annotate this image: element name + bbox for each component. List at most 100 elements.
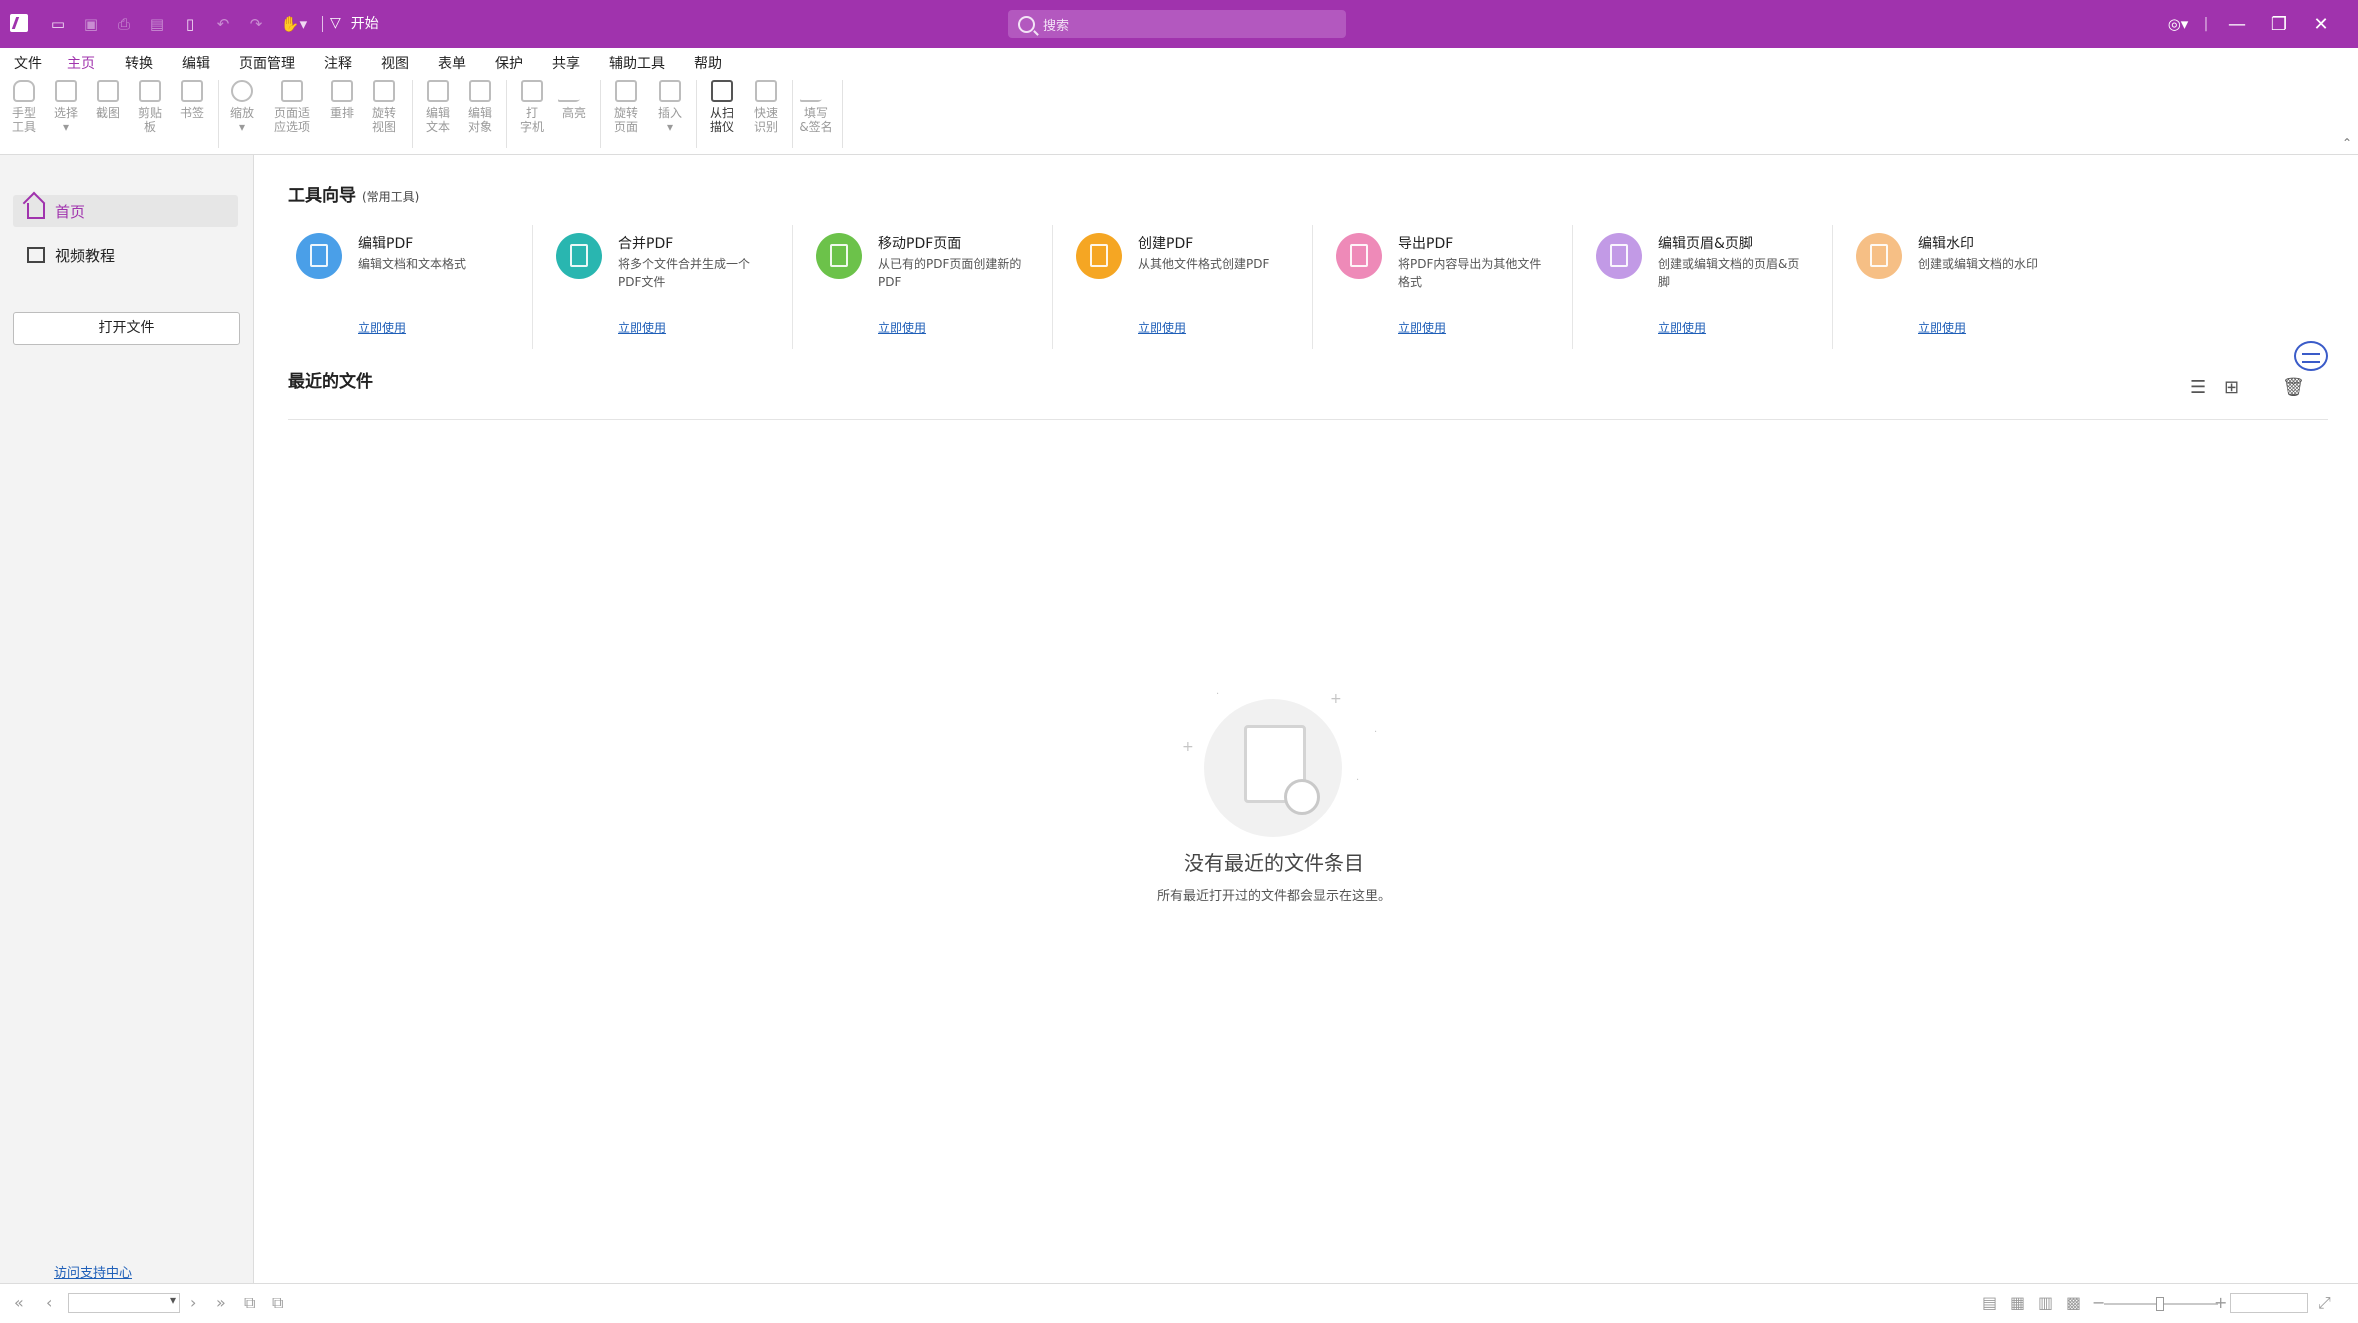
menu-comment[interactable]: 注释 (324, 53, 352, 73)
save-as-icon[interactable]: ▤ (147, 14, 167, 34)
video-icon (27, 247, 45, 263)
start-label: 开始 (350, 16, 379, 32)
use-now-link[interactable]: 立即使用 (1658, 319, 1706, 336)
grid-view-icon[interactable]: ⊞ (2224, 377, 2239, 398)
rotate-view-button[interactable]: 旋转 视图 (364, 80, 404, 134)
tool-card-watermark: 编辑水印 创建或编辑文档的水印 立即使用 (1856, 221, 2116, 347)
ribbon-divider (218, 80, 219, 148)
highlight-icon (556, 80, 592, 102)
menu-file[interactable]: 文件 (14, 53, 42, 73)
left-panel: 首页 视频教程 打开文件 访问支持中心 (0, 155, 254, 1283)
use-now-link[interactable]: 立即使用 (358, 319, 406, 336)
snapshot-button[interactable]: 截图 (88, 80, 128, 120)
menu-bar: 文件 主页 转换 编辑 页面管理 注释 视图 表单 保护 共享 辅助工具 帮助 (0, 48, 2358, 79)
highlight-button[interactable]: 高亮 (554, 80, 594, 120)
hand-tool-dropdown-icon[interactable]: ✋▾ (279, 14, 309, 34)
menu-view[interactable]: 视图 (381, 53, 409, 73)
list-view-icon[interactable]: ☰ (2190, 377, 2206, 398)
snapshot-icon (97, 80, 119, 102)
continuous-facing-icon[interactable]: ▩ (2066, 1293, 2081, 1312)
fullscreen-icon[interactable]: ⤢ (2318, 1293, 2331, 1313)
select-button[interactable]: 选择 ▾ (46, 80, 86, 134)
facing-page-icon[interactable]: ▥ (2038, 1293, 2053, 1312)
clock-icon (1284, 779, 1320, 815)
menu-protect[interactable]: 保护 (495, 53, 523, 73)
next-view-icon[interactable]: ⧉ (272, 1293, 283, 1313)
continuous-page-icon[interactable]: ▦ (2010, 1293, 2025, 1312)
empty-state-subtitle: 所有最近打开过的文件都会显示在这里。 (1156, 889, 1391, 904)
rotate-page-button[interactable]: 旋转 页面 (606, 80, 646, 134)
fit-page-button[interactable]: 页面适 应选项 (268, 80, 316, 134)
open-folder-icon[interactable]: ▭ (48, 14, 68, 34)
create-pdf-icon (1076, 233, 1122, 279)
ocr-button[interactable]: 快速 识别 (746, 80, 786, 134)
trash-icon[interactable]: 🗑 (2282, 377, 2305, 398)
bookmark-button[interactable]: 书签 (172, 80, 212, 120)
edit-text-button[interactable]: 编辑 文本 (418, 80, 458, 134)
window-controls: ◎▾ | — ❐ ✕ (2160, 10, 2342, 38)
collapse-ribbon-icon[interactable]: ⌃ (2342, 136, 2352, 150)
insert-button[interactable]: 插入 ▾ (650, 80, 690, 134)
page-number-input[interactable] (68, 1293, 180, 1313)
minimize-icon[interactable]: — (2216, 14, 2258, 35)
menu-home[interactable]: 主页 (67, 53, 95, 79)
tool-guide-subtitle: (常用工具) (362, 190, 420, 204)
previous-page-icon[interactable]: ‹ (46, 1293, 52, 1312)
previous-view-icon[interactable]: ⧉ (244, 1293, 255, 1313)
use-now-link[interactable]: 立即使用 (1138, 319, 1186, 336)
open-file-button[interactable]: 打开文件 (13, 312, 240, 345)
support-center-link[interactable]: 访问支持中心 (54, 1262, 132, 1281)
fit-page-icon (281, 80, 303, 102)
use-now-link[interactable]: 立即使用 (1918, 319, 1966, 336)
menu-help[interactable]: 帮助 (694, 53, 722, 73)
zoom-slider-thumb[interactable] (2156, 1297, 2164, 1311)
zoom-level-input[interactable] (2230, 1293, 2308, 1313)
tool-divider (792, 225, 793, 349)
menu-page-management[interactable]: 页面管理 (239, 53, 295, 73)
use-now-link[interactable]: 立即使用 (878, 319, 926, 336)
next-page-icon[interactable]: › (190, 1293, 196, 1312)
print-icon[interactable]: ⎙ (114, 14, 134, 34)
clipboard-button[interactable]: 剪贴板 (130, 80, 170, 134)
zoom-button[interactable]: 缩放 ▾ (222, 80, 262, 134)
scanner-button[interactable]: 从扫 描仪 (702, 80, 742, 134)
zoom-in-icon[interactable]: + (2214, 1293, 2227, 1312)
menu-convert[interactable]: 转换 (125, 53, 153, 73)
use-now-link[interactable]: 立即使用 (618, 319, 666, 336)
reflow-button[interactable]: 重排 (322, 80, 362, 120)
edit-object-button[interactable]: 编辑 对象 (460, 80, 500, 134)
ai-assistant-icon[interactable] (2294, 341, 2328, 371)
sparkle-icon: + (1182, 739, 1194, 755)
tool-card-header-footer: 编辑页眉&页脚 创建或编辑文档的页眉&页脚 立即使用 (1596, 221, 1856, 347)
sidebar-item-video-tutorials[interactable]: 视频教程 (13, 239, 238, 271)
title-bar: ▭ ▣ ⎙ ▤ ▯ ↶ ↷ ✋▾ ▽ 开始 搜索 ◎▾ | — ❐ ✕ (0, 0, 2358, 48)
use-now-link[interactable]: 立即使用 (1398, 319, 1446, 336)
toolbar-divider (322, 16, 323, 32)
last-page-icon[interactable]: » (216, 1293, 226, 1312)
save-icon[interactable]: ▣ (81, 14, 101, 34)
merge-pdf-icon (556, 233, 602, 279)
new-doc-icon[interactable]: ▯ (180, 14, 200, 34)
customize-start[interactable]: ▽ 开始 (330, 13, 379, 33)
undo-icon[interactable]: ↶ (213, 14, 233, 34)
export-pdf-icon (1336, 233, 1382, 279)
restore-icon[interactable]: ❐ (2258, 14, 2300, 35)
sparkle-icon: + (1330, 691, 1342, 707)
single-page-icon[interactable]: ▤ (1982, 1293, 1997, 1312)
menu-form[interactable]: 表单 (438, 53, 466, 73)
account-icon[interactable]: ◎▾ (2160, 15, 2196, 33)
menu-accessibility[interactable]: 辅助工具 (609, 53, 665, 73)
search-box[interactable]: 搜索 (1008, 10, 1346, 38)
fill-sign-button[interactable]: 填写 &签名 (796, 80, 836, 134)
redo-icon[interactable]: ↷ (246, 14, 266, 34)
typewriter-button[interactable]: 打字机 (512, 80, 552, 134)
menu-share[interactable]: 共享 (552, 53, 580, 73)
first-page-icon[interactable]: « (14, 1293, 24, 1312)
close-icon[interactable]: ✕ (2300, 14, 2342, 35)
hand-icon (13, 80, 35, 102)
ribbon-toolbar: 手型 工具 选择 ▾ 截图 剪贴板 书签 缩放 ▾ 页面适 应选项 重排 旋转 视图 编辑… (0, 74, 2358, 155)
sidebar-item-home[interactable]: 首页 (13, 195, 238, 227)
menu-edit[interactable]: 编辑 (182, 53, 210, 73)
hand-tool-button[interactable]: 手型 工具 (4, 80, 44, 134)
edit-object-icon (469, 80, 491, 102)
